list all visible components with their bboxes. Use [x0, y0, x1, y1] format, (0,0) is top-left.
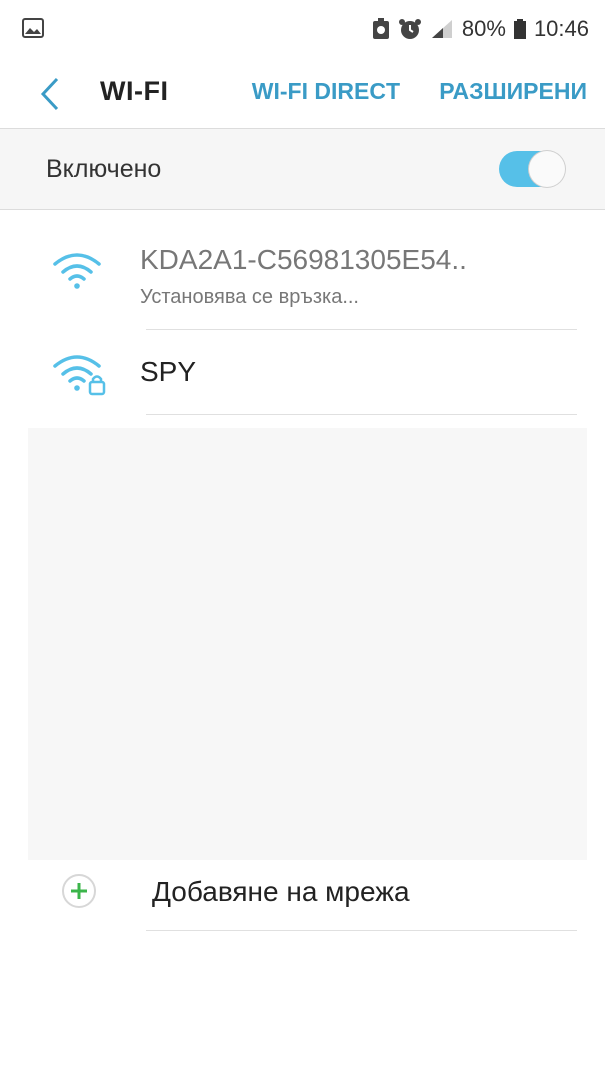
add-network-label: Добавяне на мрежа	[152, 876, 410, 907]
add-network-button[interactable]: Добавяне на мрежа	[0, 862, 605, 928]
signal-icon	[430, 19, 454, 39]
page-title: WI-FI	[100, 76, 169, 106]
battery-icon	[513, 19, 526, 39]
battery-saver-icon	[372, 18, 390, 40]
wifi-signal-icon	[52, 250, 102, 295]
toggle-knob	[529, 151, 565, 187]
switch-label: Включено	[46, 155, 162, 183]
divider	[0, 209, 605, 210]
network-item[interactable]: KDA2A1-C56981305E54.. Установява се връз…	[0, 236, 605, 330]
clock: 10:46	[533, 16, 589, 41]
alarm-icon	[398, 18, 422, 40]
divider	[146, 414, 577, 415]
network-list-empty-area	[28, 428, 587, 860]
plus-icon	[62, 874, 96, 908]
chevron-left-icon	[40, 77, 59, 111]
wifi-master-switch-row[interactable]: Включено	[0, 129, 605, 209]
network-name: SPY	[140, 356, 197, 387]
app-bar: WI-FI WI-FI DIRECT РАЗШИРЕНИ	[0, 60, 605, 128]
network-status: Установява се връзка...	[140, 286, 359, 308]
wifi-toggle[interactable]	[499, 151, 565, 187]
network-item[interactable]: SPY	[0, 330, 605, 414]
status-bar: 80% 10:46	[0, 0, 605, 60]
network-name: KDA2A1-C56981305E54..	[140, 244, 467, 275]
divider	[146, 930, 577, 931]
wifi-secured-icon	[52, 352, 108, 401]
gallery-notification-icon	[22, 18, 44, 38]
status-icons: 80% 10:46	[372, 16, 589, 42]
back-button[interactable]	[28, 70, 72, 118]
wifi-direct-button[interactable]: WI-FI DIRECT	[252, 78, 400, 105]
battery-percent: 80%	[461, 16, 506, 41]
advanced-button[interactable]: РАЗШИРЕНИ	[439, 78, 587, 105]
